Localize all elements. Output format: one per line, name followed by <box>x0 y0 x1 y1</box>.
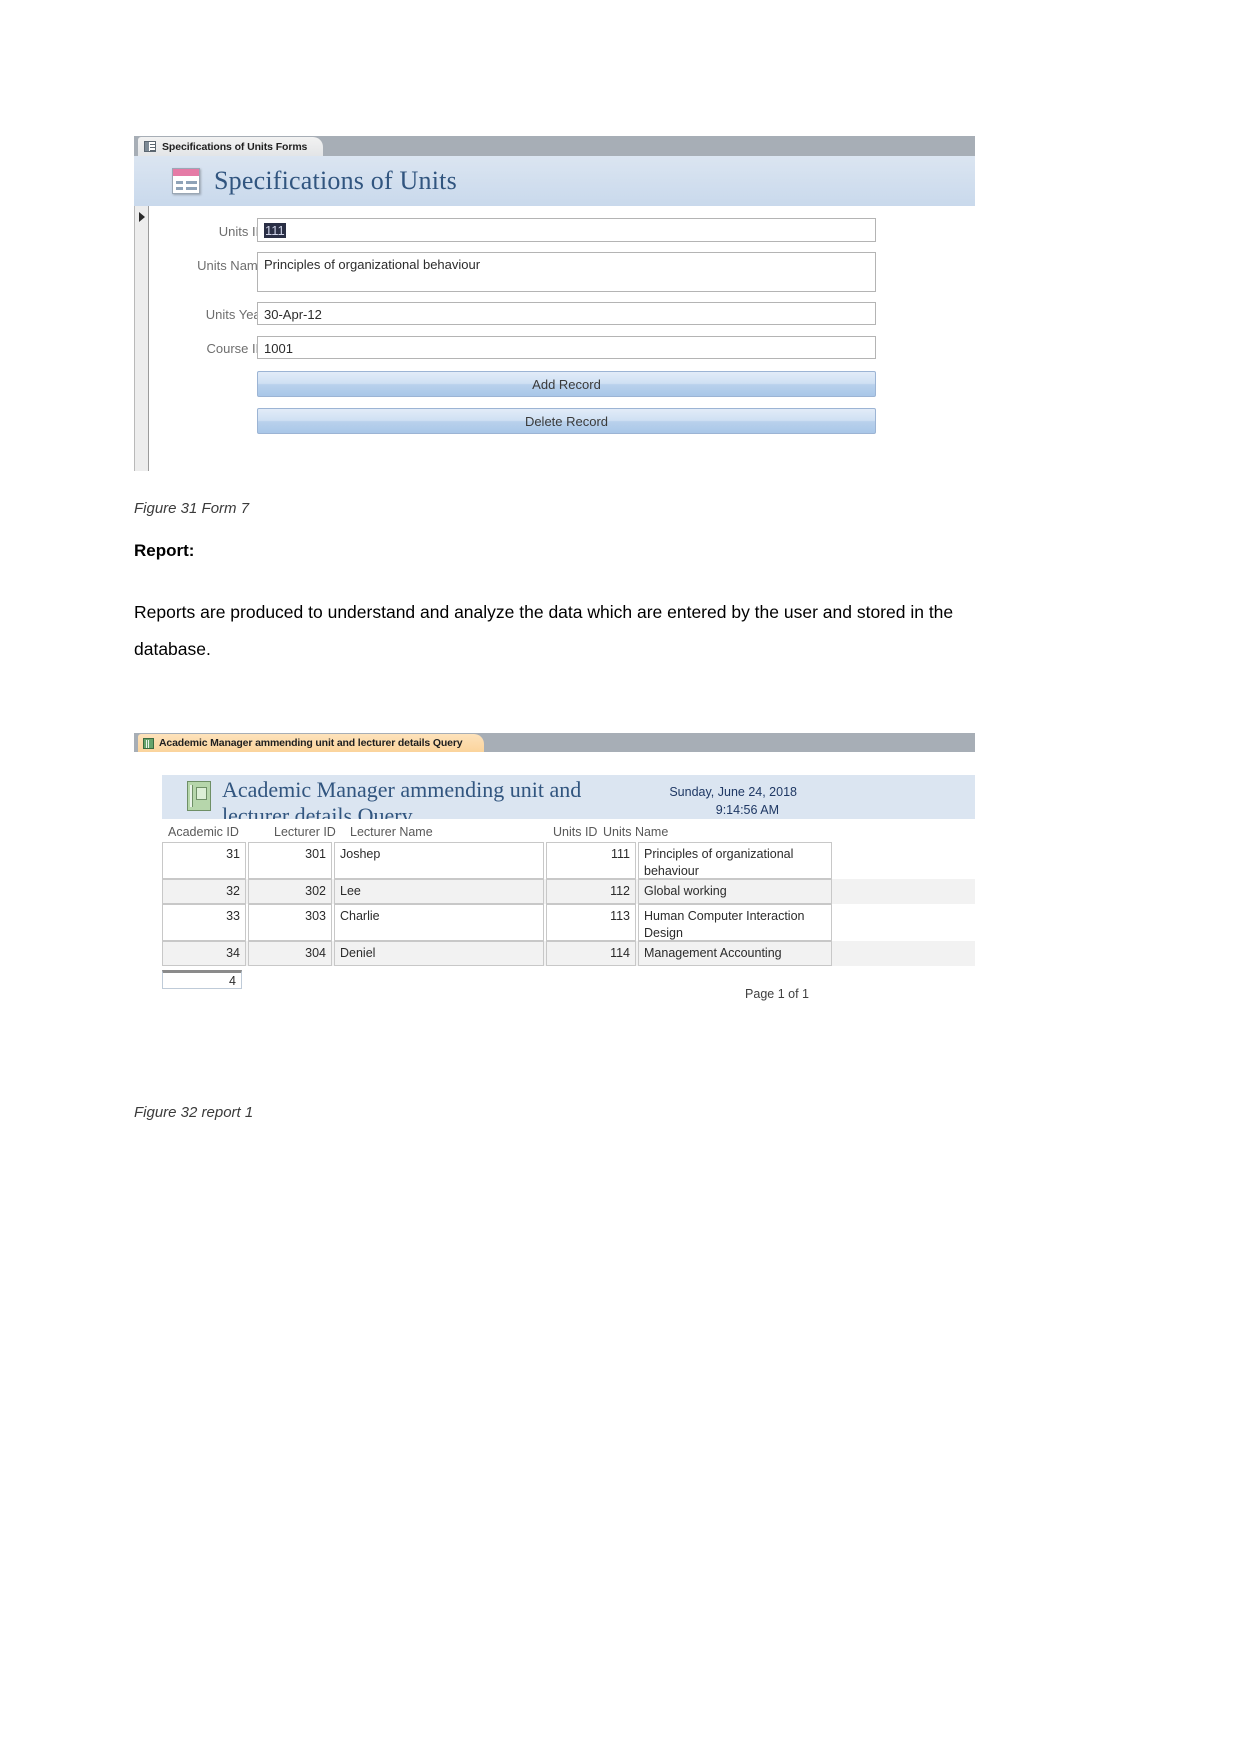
units-id-label: Units ID <box>218 224 265 239</box>
cell-lecturer-id: 301 <box>248 842 332 879</box>
units-name-field[interactable]: Principles of organizational behaviour <box>257 252 876 292</box>
units-id-field[interactable]: 111 <box>257 218 876 242</box>
table-row: 34 304 Deniel 114 Management Accounting <box>162 941 975 966</box>
form-icon <box>144 141 156 152</box>
report-document-tab[interactable]: Academic Manager ammending unit and lect… <box>138 734 485 752</box>
report-date: Sunday, June 24, 2018 <box>669 785 797 799</box>
document-page: Specifications of Units Forms Specificat… <box>0 0 1241 1754</box>
column-header-units-name: Units Name <box>603 825 669 839</box>
form-tab-bar: Specifications of Units Forms <box>134 136 975 156</box>
table-row: 33 303 Charlie 113 Human Computer Intera… <box>162 904 975 941</box>
report-icon <box>143 737 154 749</box>
form-document-tab[interactable]: Specifications of Units Forms <box>138 137 324 156</box>
figure-32-caption: Figure 32 report 1 <box>134 1104 254 1121</box>
units-id-value: 111 <box>264 223 286 238</box>
cell-units-id: 111 <box>546 842 636 879</box>
cell-units-name: Human Computer Interaction Design <box>638 904 832 941</box>
report-time: 9:14:56 AM <box>715 803 779 817</box>
cell-units-name: Management Accounting <box>638 941 832 966</box>
cell-lecturer-name: Deniel <box>334 941 544 966</box>
cell-units-name: Global working <box>638 879 832 904</box>
form-tab-label: Specifications of Units Forms <box>162 140 308 153</box>
figure-31-caption: Figure 31 Form 7 <box>134 500 250 517</box>
units-name-label: Units Name <box>197 258 265 273</box>
table-row: 32 302 Lee 112 Global working <box>162 879 975 904</box>
report-tab-bar: Academic Manager ammending unit and lect… <box>134 733 975 752</box>
column-header-units-id: Units ID <box>553 825 598 839</box>
cell-academic-id: 34 <box>162 941 246 966</box>
report-title: Academic Manager ammending unit and lect… <box>222 777 582 819</box>
cell-lecturer-name: Lee <box>334 879 544 904</box>
units-year-field[interactable]: 30-Apr-12 <box>257 302 876 325</box>
cell-units-id: 113 <box>546 904 636 941</box>
course-id-label: Course ID <box>206 341 265 356</box>
cell-lecturer-name: Charlie <box>334 904 544 941</box>
cell-academic-id: 32 <box>162 879 246 904</box>
record-count-box: 4 <box>162 970 242 989</box>
form-design-icon <box>172 168 200 194</box>
cell-lecturer-id: 303 <box>248 904 332 941</box>
cell-units-name: Principles of organizational behaviour <box>638 842 832 879</box>
record-selector-arrow-icon <box>139 212 145 222</box>
report-header: Academic Manager ammending unit and lect… <box>162 775 975 819</box>
report-paragraph: Reports are produced to understand and a… <box>134 602 954 659</box>
table-row: 31 301 Joshep 111 Principles of organiza… <box>162 842 975 879</box>
column-header-lecturer-name: Lecturer Name <box>350 825 433 839</box>
cell-lecturer-id: 302 <box>248 879 332 904</box>
add-record-button[interactable]: Add Record <box>257 371 876 397</box>
form-header: Specifications of Units <box>134 156 975 206</box>
cell-units-id: 112 <box>546 879 636 904</box>
access-report-screenshot: Academic Manager ammending unit and lect… <box>134 733 975 1016</box>
report-tab-label: Academic Manager ammending unit and lect… <box>159 737 463 749</box>
column-header-academic-id: Academic ID <box>168 825 239 839</box>
form-body: Units ID 111 Units Name Principles of or… <box>134 206 976 471</box>
cell-units-id: 114 <box>546 941 636 966</box>
report-table: 31 301 Joshep 111 Principles of organiza… <box>162 842 975 966</box>
cell-lecturer-id: 304 <box>248 941 332 966</box>
cell-lecturer-name: Joshep <box>334 842 544 879</box>
column-header-lecturer-id: Lecturer ID <box>274 825 336 839</box>
cell-academic-id: 33 <box>162 904 246 941</box>
access-form-screenshot: Specifications of Units Forms Specificat… <box>134 136 976 471</box>
cell-academic-id: 31 <box>162 842 246 879</box>
record-selector-bar[interactable] <box>135 206 149 471</box>
form-title: Specifications of Units <box>214 166 457 195</box>
units-year-label: Units Year <box>205 307 265 322</box>
report-book-icon <box>187 781 211 811</box>
delete-record-button[interactable]: Delete Record <box>257 408 876 434</box>
report-section-heading: Report: <box>134 541 195 560</box>
page-number-label: Page 1 of 1 <box>745 987 809 1001</box>
course-id-field[interactable]: 1001 <box>257 336 876 359</box>
